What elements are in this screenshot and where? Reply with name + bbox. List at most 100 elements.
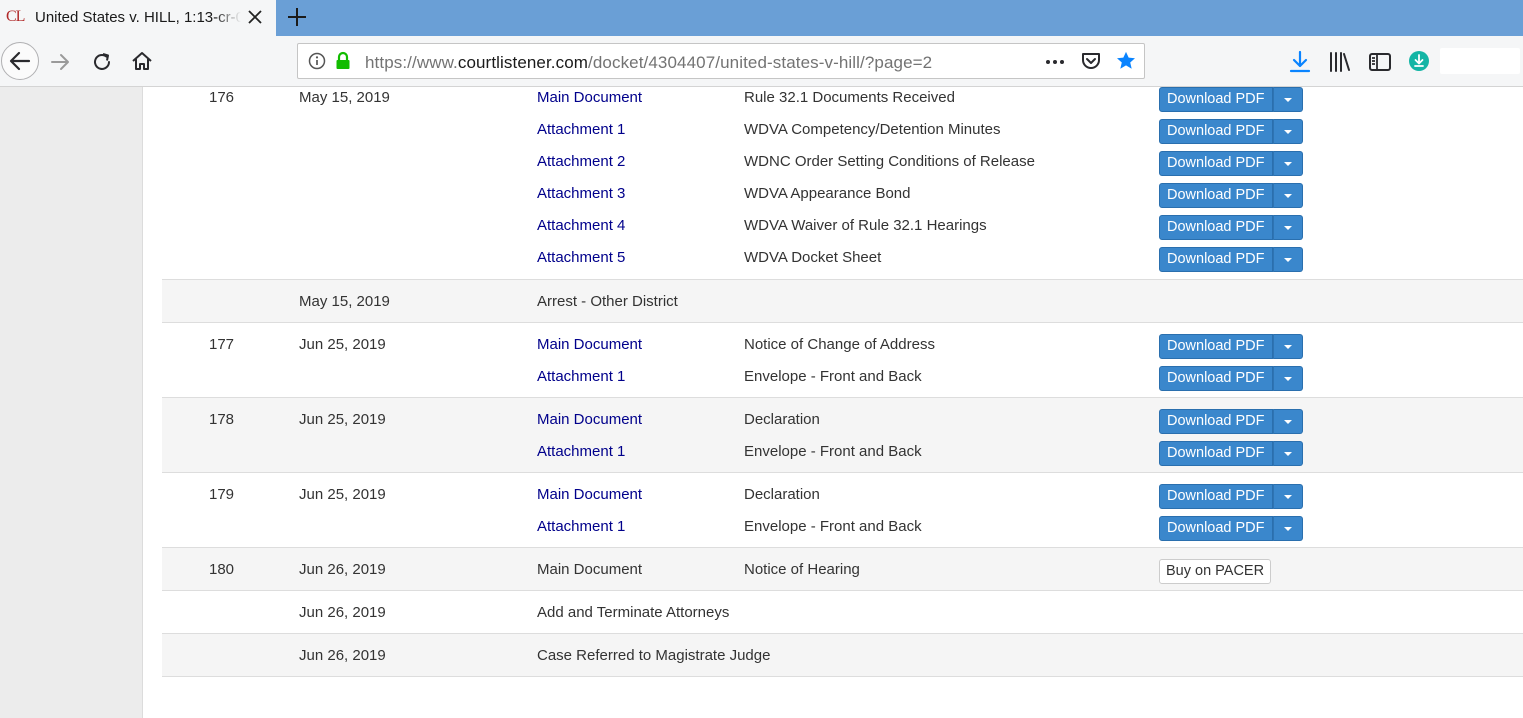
download-options-button[interactable] (1272, 183, 1303, 208)
document-link[interactable]: Attachment 1 (537, 121, 625, 138)
courtlistener-favicon-icon: CL (6, 8, 25, 25)
document-description: WDVA Docket Sheet (744, 249, 882, 266)
caret-down-icon (1283, 258, 1292, 262)
document-row: Main Document Declaration Download PDF (162, 484, 1523, 516)
download-pdf-button[interactable]: Download PDF (1159, 441, 1273, 466)
entry-date: Jun 26, 2019 (299, 604, 386, 621)
document-row: Attachment 5 WDVA Docket Sheet Download … (162, 247, 1523, 279)
document-row: Attachment 1 Envelope - Front and Back D… (162, 516, 1523, 548)
sidebar-icon[interactable] (1367, 49, 1393, 75)
download-options-button[interactable] (1272, 366, 1303, 391)
download-pdf-button[interactable]: Download PDF (1159, 247, 1273, 272)
download-pdf-group: Download PDF (1159, 366, 1303, 391)
extension-download-icon[interactable] (1407, 49, 1431, 73)
download-pdf-group: Download PDF (1159, 516, 1303, 541)
download-pdf-button[interactable]: Download PDF (1159, 151, 1273, 176)
document-row: Attachment 3 WDVA Appearance Bond Downlo… (162, 183, 1523, 215)
download-pdf-button[interactable]: Download PDF (1159, 334, 1273, 359)
download-pdf-group: Download PDF (1159, 484, 1303, 509)
download-pdf-button[interactable]: Download PDF (1159, 183, 1273, 208)
browser-tab[interactable]: CL United States v. HILL, 1:13-cr-00 (0, 0, 276, 36)
caret-down-icon (1283, 162, 1292, 166)
plus-icon[interactable] (284, 4, 310, 30)
download-options-button[interactable] (1272, 484, 1303, 509)
toolbar-search-box[interactable] (1440, 48, 1520, 74)
caret-down-icon (1283, 226, 1292, 230)
download-options-button[interactable] (1272, 247, 1303, 272)
download-pdf-button[interactable]: Download PDF (1159, 215, 1273, 240)
url-text: https://www.courtlistener.com/docket/430… (365, 53, 933, 72)
download-options-button[interactable] (1272, 215, 1303, 240)
document-link[interactable]: Attachment 1 (537, 443, 625, 460)
download-pdf-button[interactable]: Download PDF (1159, 119, 1273, 144)
buy-on-pacer-button[interactable]: Buy on PACER (1159, 559, 1272, 584)
document-link[interactable]: Main Document (537, 486, 642, 503)
home-icon[interactable] (129, 48, 155, 74)
document-description: WDVA Appearance Bond (744, 185, 911, 202)
download-pdf-group: Download PDF (1159, 409, 1303, 434)
document-description: Declaration (744, 411, 820, 428)
caret-down-icon (1283, 420, 1292, 424)
download-pdf-button[interactable]: Download PDF (1159, 409, 1273, 434)
page-actions-icon[interactable] (1043, 52, 1067, 72)
library-icon[interactable] (1327, 49, 1353, 75)
docket-entry-177: 177 Jun 25, 2019 Main Document Notice of… (162, 323, 1523, 398)
download-options-button[interactable] (1272, 119, 1303, 144)
url-domain: courtlistener.com (457, 53, 589, 72)
document-link[interactable]: Main Document (537, 336, 642, 353)
docket-entry-176: 176 May 15, 2019 Main Document Rule 32.1… (162, 87, 1523, 280)
docket-entry-180: 180 Jun 26, 2019 Main Document Notice of… (162, 548, 1523, 591)
close-icon[interactable] (245, 7, 265, 27)
document-description: WDNC Order Setting Conditions of Release (744, 153, 1035, 170)
back-button[interactable] (1, 42, 39, 80)
document-link[interactable]: Attachment 3 (537, 185, 625, 202)
document-link[interactable]: Attachment 1 (537, 518, 625, 535)
document-row: Attachment 2 WDNC Order Setting Conditio… (162, 151, 1523, 183)
document-description: Envelope - Front and Back (744, 368, 922, 385)
download-pdf-group: Download PDF (1159, 87, 1303, 112)
entry-date: Jun 26, 2019 (299, 647, 386, 664)
document-link[interactable]: Attachment 5 (537, 249, 625, 266)
docket-entries-table: 176 May 15, 2019 Main Document Rule 32.1… (162, 87, 1523, 677)
download-options-button[interactable] (1272, 87, 1303, 112)
caret-down-icon (1283, 98, 1292, 102)
document-link[interactable]: Attachment 1 (537, 368, 625, 385)
entry-date: May 15, 2019 (299, 293, 390, 310)
document-row: Main Document Notice of Change of Addres… (162, 334, 1523, 366)
download-pdf-group: Download PDF (1159, 151, 1303, 176)
document-link[interactable]: Attachment 4 (537, 217, 625, 234)
downloads-icon[interactable] (1287, 49, 1313, 75)
download-options-button[interactable] (1272, 516, 1303, 541)
document-link[interactable]: Main Document (537, 411, 642, 428)
download-pdf-group: Download PDF (1159, 247, 1303, 272)
document-link[interactable]: Attachment 2 (537, 153, 625, 170)
entry-description: Case Referred to Magistrate Judge (537, 647, 771, 664)
document-link[interactable]: Main Document (537, 89, 642, 106)
entry-description: Add and Terminate Attorneys (537, 604, 730, 621)
caret-down-icon (1283, 345, 1292, 349)
download-pdf-group: Download PDF (1159, 334, 1303, 359)
download-options-button[interactable] (1272, 409, 1303, 434)
download-pdf-button[interactable]: Download PDF (1159, 484, 1273, 509)
download-options-button[interactable] (1272, 334, 1303, 359)
bookmark-star-icon[interactable] (1115, 50, 1137, 72)
download-pdf-button[interactable]: Download PDF (1159, 366, 1273, 391)
download-pdf-button[interactable]: Download PDF (1159, 87, 1273, 112)
pocket-icon[interactable] (1080, 51, 1102, 71)
lock-icon[interactable] (334, 51, 352, 71)
tab-strip: CL United States v. HILL, 1:13-cr-00 (0, 0, 1523, 36)
reload-icon[interactable] (89, 49, 115, 75)
download-options-button[interactable] (1272, 151, 1303, 176)
docket-entry-179: 179 Jun 25, 2019 Main Document Declarati… (162, 473, 1523, 548)
download-options-button[interactable] (1272, 441, 1303, 466)
forward-icon[interactable] (48, 49, 74, 75)
address-bar[interactable]: https://www.courtlistener.com/docket/430… (297, 43, 1145, 79)
caret-down-icon (1283, 194, 1292, 198)
docket-entry-minute: May 15, 2019 Arrest - Other District (162, 280, 1523, 323)
docket-entry-minute: Jun 26, 2019 Add and Terminate Attorneys (162, 591, 1523, 634)
document-row: Attachment 4 WDVA Waiver of Rule 32.1 He… (162, 215, 1523, 247)
document-description: Rule 32.1 Documents Received (744, 89, 955, 106)
info-icon[interactable] (308, 52, 326, 70)
download-pdf-button[interactable]: Download PDF (1159, 516, 1273, 541)
download-pdf-group: Download PDF (1159, 183, 1303, 208)
